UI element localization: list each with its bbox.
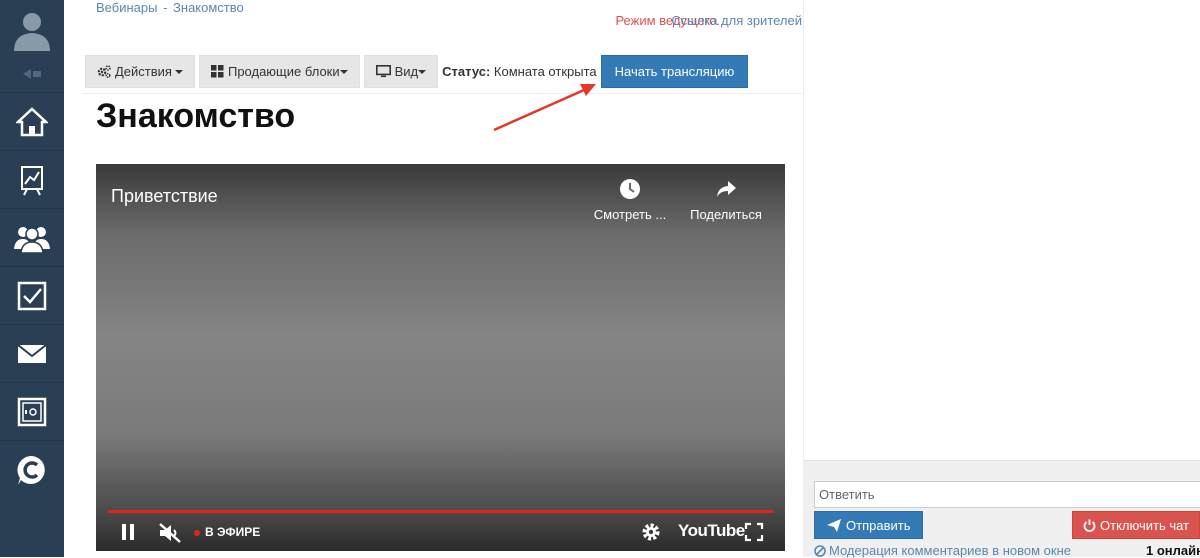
settings-button[interactable] bbox=[641, 522, 661, 547]
share-button[interactable]: Поделиться bbox=[686, 178, 766, 222]
breadcrumb: Вебинары - Знакомство bbox=[96, 0, 244, 15]
pause-button[interactable] bbox=[120, 522, 136, 547]
safe-icon bbox=[17, 397, 47, 426]
fullscreen-button[interactable] bbox=[744, 522, 764, 547]
viewers-link[interactable]: Ссылка для зрителей bbox=[671, 13, 802, 28]
disable-chat-label: Отключить чат bbox=[1100, 517, 1189, 533]
main-content: Вебинары - Знакомство Режим ведущего. Сс… bbox=[82, 0, 802, 557]
sidebar-item-billing[interactable] bbox=[0, 440, 64, 498]
share-icon bbox=[717, 181, 736, 197]
home-icon bbox=[16, 106, 48, 136]
gear-icon bbox=[642, 523, 660, 541]
fullscreen-icon bbox=[744, 522, 764, 542]
divider bbox=[82, 93, 802, 94]
breadcrumb-separator: - bbox=[159, 0, 168, 15]
sidebar-item-tasks[interactable] bbox=[0, 266, 64, 324]
ban-icon bbox=[814, 544, 826, 557]
sidebar-item-safe[interactable] bbox=[0, 382, 64, 440]
breadcrumb-webinars-link[interactable]: Вебинары bbox=[96, 0, 157, 15]
grid-icon bbox=[210, 65, 224, 78]
moderation-link[interactable]: Модерация комментариев в новом окне bbox=[814, 543, 1071, 558]
sidebar-collapse-toggle[interactable] bbox=[0, 58, 64, 90]
mail-icon bbox=[17, 343, 47, 363]
chat-panel: Отправить Отключить чат Модерация коммен… bbox=[803, 0, 1200, 558]
page-title: Знакомство bbox=[96, 97, 296, 135]
paper-plane-icon bbox=[827, 518, 841, 532]
send-label: Отправить bbox=[846, 517, 911, 533]
pause-icon bbox=[122, 524, 134, 540]
status-value: Комната открыта bbox=[493, 64, 597, 79]
user-avatar-icon bbox=[14, 13, 50, 51]
view-dropdown-button[interactable]: Вид bbox=[363, 55, 439, 88]
online-count: 1 онлайн bbox=[1146, 543, 1200, 558]
clock-icon bbox=[620, 179, 640, 199]
video-title[interactable]: Приветствие bbox=[111, 186, 218, 207]
status-label: Статус: bbox=[442, 64, 491, 79]
sidebar-item-mail[interactable] bbox=[0, 324, 64, 382]
sidebar-item-users[interactable] bbox=[0, 208, 64, 266]
chevron-down-icon bbox=[418, 69, 427, 74]
muted-speaker-icon bbox=[159, 523, 181, 543]
selling-blocks-dropdown-button[interactable]: Продающие блоки bbox=[198, 55, 360, 88]
toolbar: Действия Продающие блоки Вид Статус: Ком… bbox=[85, 55, 749, 88]
mute-button[interactable] bbox=[158, 522, 182, 549]
video-progress-bar[interactable] bbox=[108, 510, 773, 513]
monitor-icon bbox=[375, 65, 391, 78]
view-label: Вид bbox=[394, 64, 419, 79]
watch-later-label: Смотреть ... bbox=[593, 207, 667, 222]
sidebar-item-home[interactable] bbox=[0, 92, 64, 150]
disable-chat-button[interactable]: Отключить чат bbox=[1072, 511, 1200, 539]
room-status: Статус: Комната открыта bbox=[442, 64, 596, 79]
sidebar bbox=[0, 0, 64, 557]
send-button[interactable]: Отправить bbox=[814, 511, 924, 539]
video-player[interactable]: Приветствие Смотреть ... Поделиться В ЭФ… bbox=[96, 164, 785, 551]
sidebar-item-statistics[interactable] bbox=[0, 150, 64, 208]
collapse-icon bbox=[23, 69, 41, 79]
watch-later-button[interactable]: Смотреть ... bbox=[590, 178, 670, 222]
chart-icon bbox=[21, 165, 43, 195]
actions-label: Действия bbox=[115, 64, 172, 79]
video-controls: В ЭФИРЕ YouTube bbox=[96, 516, 785, 551]
youtube-logo[interactable]: YouTube bbox=[678, 521, 745, 541]
avatar[interactable] bbox=[0, 0, 64, 58]
checkbox-icon bbox=[17, 281, 47, 310]
chevron-down-icon bbox=[339, 69, 348, 74]
live-indicator: В ЭФИРЕ bbox=[194, 525, 260, 539]
coin-icon bbox=[17, 455, 45, 485]
live-dot-icon bbox=[194, 529, 200, 536]
actions-dropdown-button[interactable]: Действия bbox=[85, 55, 195, 88]
breadcrumb-current: Знакомство bbox=[173, 0, 244, 15]
users-icon bbox=[14, 226, 50, 253]
start-broadcast-button[interactable]: Начать трансляцию bbox=[600, 55, 749, 88]
cogs-icon bbox=[97, 65, 111, 78]
power-icon bbox=[1083, 519, 1096, 532]
moderation-label: Модерация комментариев в новом окне bbox=[829, 543, 1071, 558]
chevron-down-icon bbox=[174, 69, 183, 74]
share-label: Поделиться bbox=[690, 207, 762, 222]
live-label: В ЭФИРЕ bbox=[205, 525, 261, 539]
selling-blocks-label: Продающие блоки bbox=[227, 64, 340, 79]
reply-input[interactable] bbox=[814, 481, 1200, 508]
chat-footer: Отправить Отключить чат Модерация коммен… bbox=[804, 460, 1200, 558]
